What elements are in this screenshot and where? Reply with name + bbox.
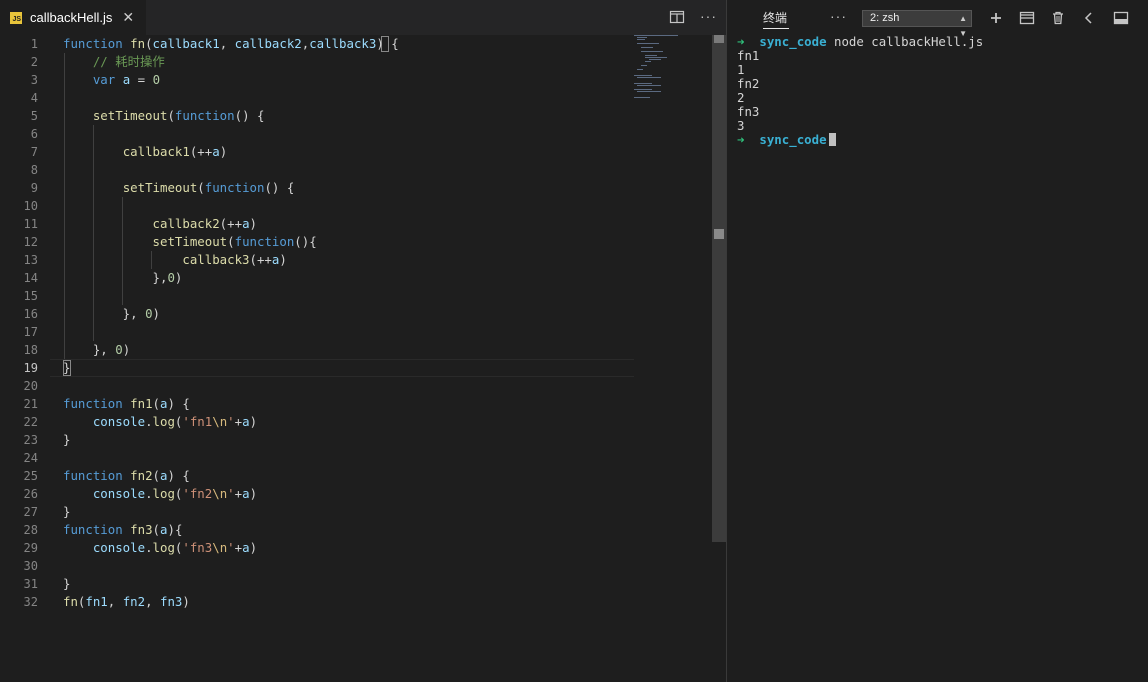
- code-line: console.log('fn1\n'+a): [92, 414, 258, 429]
- tab-title: callbackHell.js: [30, 10, 113, 25]
- line-number: 27: [23, 505, 38, 519]
- line-number: 5: [30, 109, 38, 123]
- more-actions-icon[interactable]: ···: [700, 8, 717, 24]
- terminal-output-line: 3: [737, 118, 745, 133]
- code-line: function fn3(a){: [63, 522, 183, 537]
- line-number: 11: [23, 217, 38, 231]
- editor-area: JS callbackHell.js ✕ ··· 1 2 3 4 5 6 7 8…: [0, 0, 726, 682]
- code-line: callback1(++a): [122, 144, 228, 159]
- line-number: 12: [23, 235, 38, 249]
- terminal-select[interactable]: 2: zsh ▲ ▼: [862, 10, 972, 38]
- line-number: 29: [23, 541, 38, 555]
- terminal-output[interactable]: ➜ sync_code node callbackHell.js fn1 1 f…: [737, 35, 983, 147]
- trash-icon[interactable]: [1050, 10, 1066, 26]
- code-line: }: [63, 504, 71, 519]
- line-number: 21: [23, 397, 38, 411]
- code-line: console.log('fn3\n'+a): [92, 540, 258, 555]
- terminal-output-line: 1: [737, 62, 745, 77]
- line-number: 13: [23, 253, 38, 267]
- code-line: },0): [63, 270, 183, 285]
- active-tab-underline: [763, 28, 789, 29]
- terminal-output-line: fn1: [737, 48, 760, 63]
- more-actions-icon[interactable]: ···: [830, 8, 847, 24]
- line-number: 6: [30, 127, 38, 141]
- line-number: 3: [30, 73, 38, 87]
- scrollbar-marker: [714, 35, 724, 43]
- prompt-arrow: ➜: [737, 132, 745, 147]
- terminal-output-line: 2: [737, 90, 745, 105]
- line-number: 8: [30, 163, 38, 177]
- code-line: }, 0): [63, 306, 160, 321]
- tab-bar: JS callbackHell.js ✕ ···: [0, 0, 726, 35]
- javascript-file-icon: JS: [10, 11, 22, 24]
- prompt-dir: sync_code: [759, 132, 827, 147]
- code-line: var a = 0: [92, 72, 161, 87]
- line-number: 20: [23, 379, 38, 393]
- line-number: 1: [30, 37, 38, 51]
- line-number: 32: [23, 595, 38, 609]
- line-number: 23: [23, 433, 38, 447]
- code-line: setTimeout(function() {: [122, 180, 295, 195]
- prompt-arrow: ➜: [737, 34, 745, 49]
- line-number: 18: [23, 343, 38, 357]
- line-number: 31: [23, 577, 38, 591]
- tab-callbackhell[interactable]: JS callbackHell.js ✕: [0, 0, 146, 35]
- terminal-command: node callbackHell.js: [834, 34, 984, 49]
- line-number: 2: [30, 55, 38, 69]
- code-line: setTimeout(function() {: [92, 108, 265, 123]
- code-line: }: [63, 360, 71, 375]
- terminal-prompt-line: ➜ sync_code: [737, 133, 983, 147]
- plus-icon[interactable]: [988, 10, 1004, 26]
- line-number: 22: [23, 415, 38, 429]
- code-line: // 耗时操作: [92, 54, 165, 69]
- line-number: 10: [23, 199, 38, 213]
- code-line: callback3(++a): [182, 252, 287, 267]
- line-number: 9: [30, 181, 38, 195]
- terminal-output-line: fn3: [737, 104, 760, 119]
- code-line: function fn2(a) {: [63, 468, 190, 483]
- minimap[interactable]: [634, 35, 710, 105]
- code-line: fn(fn1, fn2, fn3): [63, 594, 190, 609]
- split-editor-icon[interactable]: [669, 9, 685, 25]
- code-line: function fn1(a) {: [63, 396, 190, 411]
- editor-scrollbar[interactable]: [712, 35, 726, 542]
- code-line: }: [63, 432, 71, 447]
- line-number: 25: [23, 469, 38, 483]
- line-number: 7: [30, 145, 38, 159]
- prompt-dir: sync_code: [759, 34, 827, 49]
- terminal-cursor: [828, 133, 836, 146]
- terminal-panel: 终端 ··· 2: zsh ▲ ▼ ➜ sync_code node callba…: [727, 0, 1148, 682]
- terminal-select-value: 2: zsh: [870, 12, 900, 24]
- code-line: }, 0): [63, 342, 131, 357]
- close-icon[interactable]: ✕: [122, 9, 134, 26]
- line-number: 16: [23, 307, 38, 321]
- terminal-prompt-line: ➜ sync_code node callbackHell.js: [737, 35, 983, 49]
- line-number: 26: [23, 487, 38, 501]
- scrollbar-thumb[interactable]: [714, 229, 724, 239]
- line-number: 14: [23, 271, 38, 285]
- line-number: 24: [23, 451, 38, 465]
- line-number: 17: [23, 325, 38, 339]
- terminal-output-line: fn2: [737, 76, 760, 91]
- split-icon[interactable]: [1019, 10, 1035, 26]
- maximize-panel-icon[interactable]: [1113, 10, 1129, 26]
- line-number: 28: [23, 523, 38, 537]
- line-number-active: 19: [23, 361, 38, 375]
- code-line: function fn(callback1, callback2,callbac…: [63, 36, 399, 51]
- code-line: console.log('fn2\n'+a): [92, 486, 258, 501]
- code-line: callback2(++a): [152, 216, 257, 231]
- code-line: setTimeout(function(){: [152, 234, 317, 249]
- line-number: 4: [30, 91, 38, 105]
- line-number: 30: [23, 559, 38, 573]
- terminal-tab-title[interactable]: 终端: [763, 9, 787, 26]
- code-line: }: [63, 576, 71, 591]
- line-number: 15: [23, 289, 38, 303]
- current-line-highlight: [50, 359, 634, 377]
- chevron-left-icon[interactable]: [1081, 10, 1097, 26]
